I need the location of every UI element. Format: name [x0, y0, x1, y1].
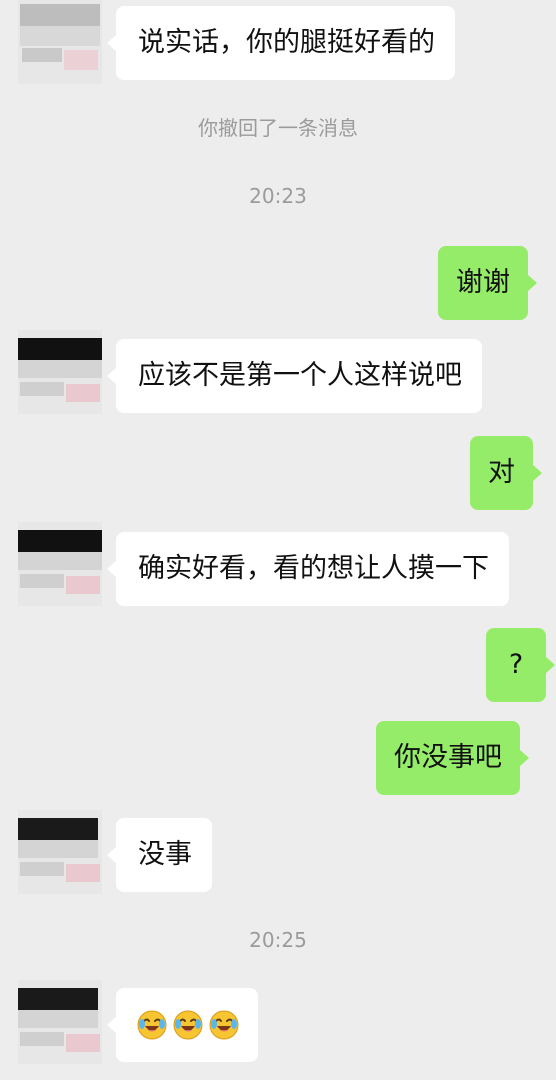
message-text: 谢谢 [456, 267, 510, 298]
avatar[interactable] [18, 980, 102, 1064]
message-text: ? [508, 649, 524, 680]
avatar[interactable] [18, 810, 102, 894]
avatar[interactable] [18, 522, 102, 606]
outgoing-message[interactable]: 谢谢 [438, 246, 537, 320]
crying-laughing-face-icon [173, 1010, 203, 1040]
incoming-message[interactable]: 确实好看，看的想让人摸一下 [107, 532, 509, 606]
message-text: 你没事吧 [394, 742, 502, 773]
incoming-message[interactable]: 说实话，你的腿挺好看的 [107, 6, 455, 80]
timestamp: 20:25 [249, 928, 307, 952]
message-text: 应该不是第一个人这样说吧 [138, 360, 462, 391]
outgoing-message[interactable]: ? [486, 628, 555, 702]
message-text: 对 [488, 457, 515, 488]
avatar[interactable] [18, 330, 102, 414]
recalled-notice: 你撤回了一条消息 [198, 116, 358, 140]
outgoing-message[interactable]: 对 [470, 436, 542, 510]
message-text: 确实好看，看的想让人摸一下 [138, 553, 489, 584]
timestamp: 20:23 [249, 184, 307, 208]
incoming-emoji-message[interactable] [107, 988, 258, 1062]
message-text: 没事 [138, 839, 192, 870]
incoming-message[interactable]: 没事 [107, 818, 212, 892]
chat-screen: 说实话，你的腿挺好看的 你撤回了一条消息 20:23 谢谢 应该不是第一个人这样… [0, 0, 556, 1080]
avatar[interactable] [18, 0, 102, 84]
crying-laughing-face-icon [209, 1010, 239, 1040]
incoming-message[interactable]: 应该不是第一个人这样说吧 [107, 339, 482, 413]
crying-laughing-face-icon [137, 1010, 167, 1040]
outgoing-message[interactable]: 你没事吧 [376, 721, 529, 795]
message-text: 说实话，你的腿挺好看的 [138, 27, 435, 58]
